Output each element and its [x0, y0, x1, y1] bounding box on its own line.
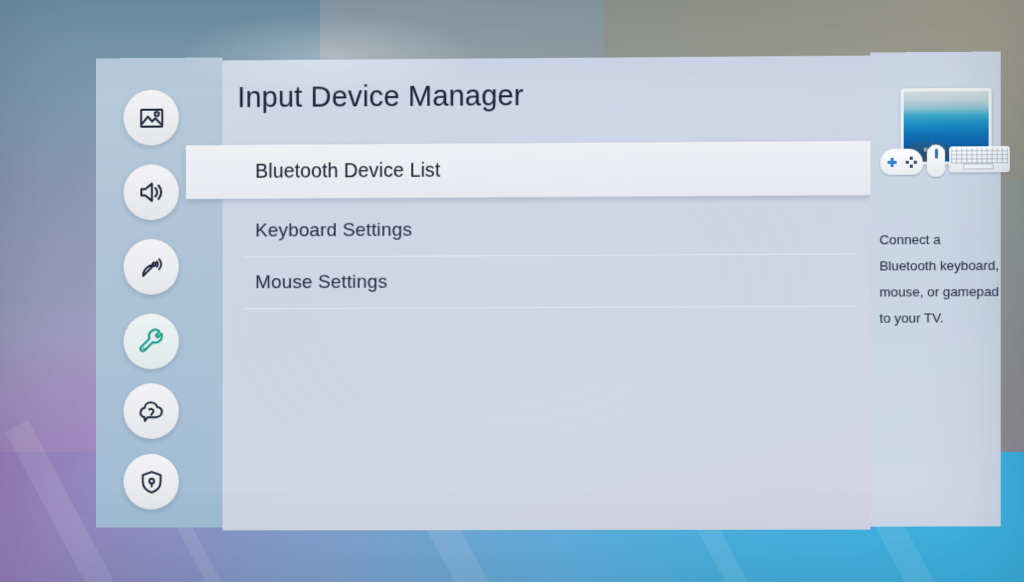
sound-icon — [137, 178, 165, 206]
sidebar-item-picture[interactable] — [123, 89, 179, 146]
menu-item-mouse-settings[interactable]: Mouse Settings — [222, 254, 870, 310]
main-panel: Input Device Manager Bluetooth Device Li… — [185, 55, 871, 531]
sidebar-item-privacy[interactable] — [123, 453, 179, 510]
input-devices-illustration — [880, 87, 1010, 209]
info-description: Connect a Bluetooth keyboard, mouse, or … — [879, 231, 1000, 326]
page-title: Input Device Manager — [237, 80, 524, 115]
mouse-illustration — [926, 144, 946, 177]
menu-item-keyboard-settings[interactable]: Keyboard Settings — [222, 202, 870, 258]
gamepad-illustration — [880, 148, 923, 176]
menu-item-label: Mouse Settings — [255, 271, 388, 294]
menu-item-label: Bluetooth Device List — [255, 159, 441, 183]
menu-divider — [242, 305, 857, 310]
wrench-icon — [137, 327, 165, 355]
sidebar-item-general[interactable] — [123, 313, 179, 370]
shield-icon — [138, 468, 165, 495]
info-panel: Connect a Bluetooth keyboard, mouse, or … — [870, 51, 1010, 527]
keyboard-illustration — [949, 146, 1010, 173]
help-icon — [137, 397, 165, 425]
settings-sidebar — [95, 57, 223, 528]
settings-menu-list: Bluetooth Device List Keyboard Settings … — [185, 140, 871, 310]
sidebar-item-broadcast[interactable] — [123, 238, 179, 295]
sidebar-item-sound[interactable] — [123, 164, 179, 221]
sidebar-item-support[interactable] — [123, 383, 179, 440]
menu-item-label: Keyboard Settings — [255, 219, 413, 242]
picture-icon — [138, 104, 165, 131]
menu-item-bluetooth-device-list[interactable]: Bluetooth Device List — [185, 140, 871, 200]
broadcast-icon — [138, 253, 165, 280]
tv-settings-overlay: Input Device Manager Bluetooth Device Li… — [95, 51, 1010, 532]
